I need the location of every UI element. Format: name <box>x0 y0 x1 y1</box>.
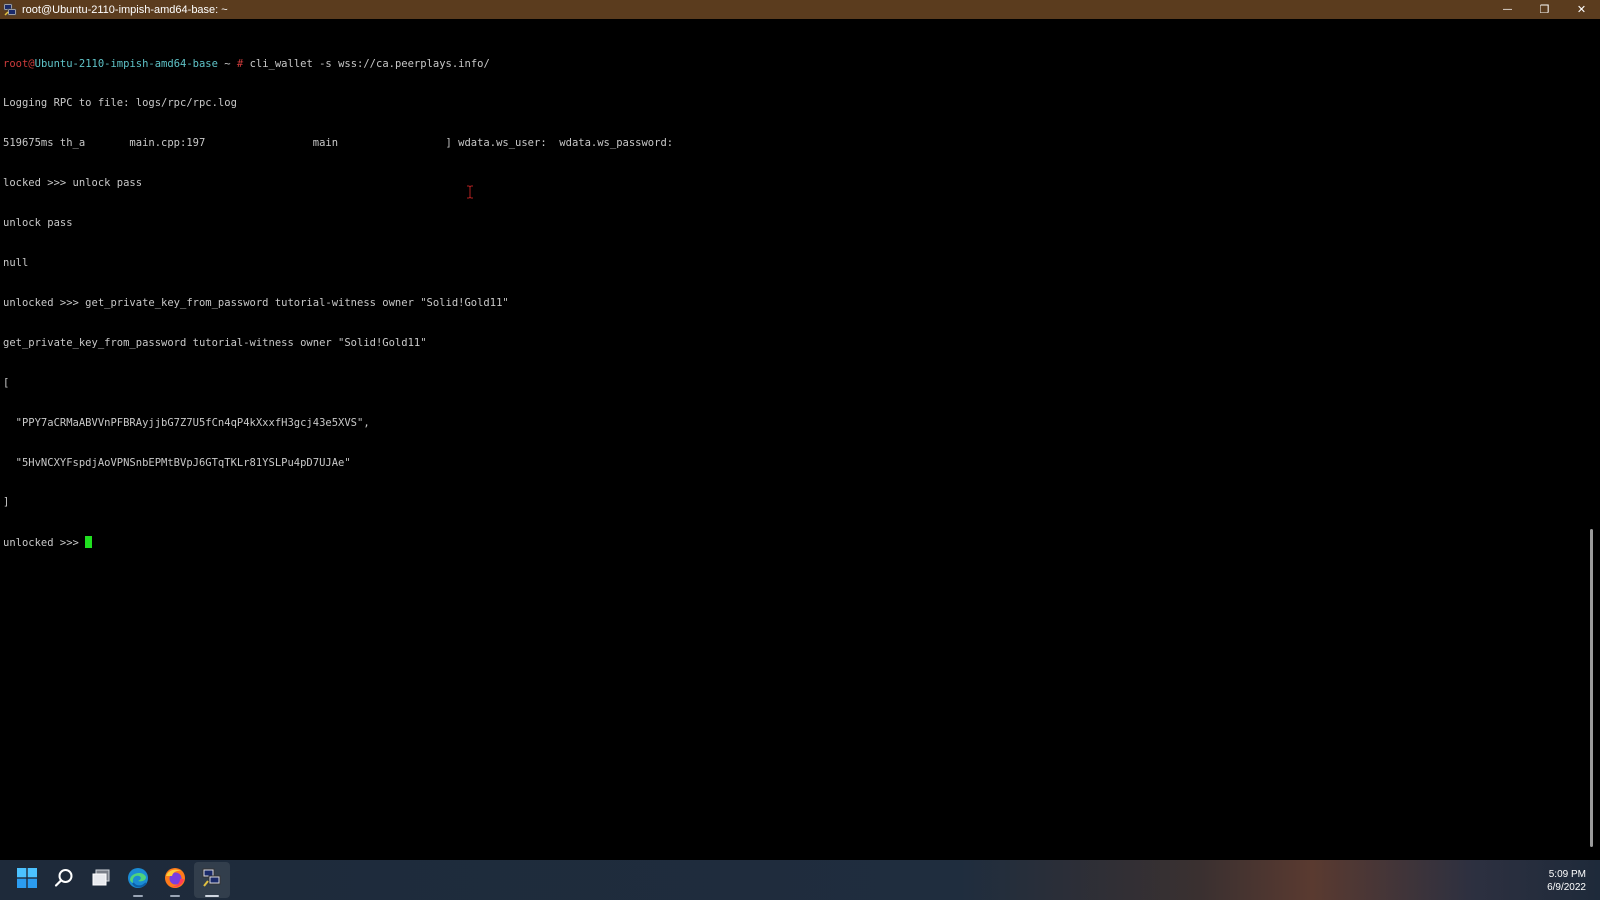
close-icon: ✕ <box>1576 3 1587 16</box>
terminal-line: null <box>3 257 29 270</box>
search-button[interactable] <box>46 862 82 898</box>
taskbar <box>0 860 1600 900</box>
close-button[interactable]: ✕ <box>1563 0 1600 19</box>
terminal-line: locked >>> unlock pass <box>3 177 143 190</box>
start-button[interactable] <box>9 862 45 898</box>
current-prompt: unlocked >>> <box>3 537 86 550</box>
firefox-button[interactable] <box>157 862 193 898</box>
scrollbar-thumb[interactable] <box>1590 529 1593 847</box>
putty-icon[interactable] <box>3 3 17 17</box>
minimize-button[interactable]: — <box>1489 0 1526 19</box>
terminal-line: Logging RPC to file: logs/rpc/rpc.log <box>3 97 237 110</box>
terminal-window[interactable]: root@Ubuntu-2110-impish-amd64-base: ~ — … <box>0 0 1600 860</box>
terminal-line: "5HvNCXYFspdjAoVPNSnbEPMtBVpJ6GTqTKLr81Y… <box>3 456 351 469</box>
window-title: root@Ubuntu-2110-impish-amd64-base: ~ <box>22 3 228 16</box>
search-icon <box>54 868 74 892</box>
title-bar[interactable]: root@Ubuntu-2110-impish-amd64-base: ~ — … <box>0 0 1600 19</box>
task-view-icon <box>91 868 111 892</box>
text-cursor <box>85 536 93 549</box>
edge-icon <box>127 867 149 893</box>
terminal-line: ] <box>3 496 10 509</box>
putty-taskbar-button[interactable] <box>194 862 230 898</box>
terminal-line: unlocked >>> get_private_key_from_passwo… <box>3 296 509 309</box>
current-prompt-line[interactable]: unlocked >>> <box>3 536 1585 549</box>
edge-running-indicator <box>133 895 143 897</box>
clock-time: 5:09 PM <box>1548 869 1586 880</box>
task-view-button[interactable] <box>83 862 119 898</box>
terminal-output[interactable]: root@Ubuntu-2110-impish-amd64-base ~ # c… <box>0 19 1585 860</box>
ibeam-cursor-icon <box>466 184 474 199</box>
firefox-running-indicator <box>170 895 180 897</box>
scrollbar[interactable] <box>1585 19 1600 860</box>
terminal-line: 519675ms th_a main.cpp:197 main ] wdata.… <box>3 137 674 150</box>
terminal-line: unlock pass <box>3 217 73 230</box>
clock-date: 6/9/2022 <box>1547 882 1586 893</box>
restore-icon: ❐ <box>1539 3 1550 16</box>
prompt-host: Ubuntu-2110-impish-amd64-base <box>34 57 218 70</box>
prompt-line: root@Ubuntu-2110-impish-amd64-base ~ # c… <box>3 58 1585 71</box>
prompt-path: ~ <box>217 57 237 70</box>
prompt-user: root <box>3 57 29 70</box>
firefox-icon <box>164 867 186 893</box>
system-clock[interactable]: 5:09 PM 6/9/2022 <box>1547 868 1586 894</box>
terminal-line: get_private_key_from_password tutorial-w… <box>3 336 427 349</box>
window-controls: — ❐ ✕ <box>1489 0 1600 19</box>
edge-button[interactable] <box>120 862 156 898</box>
restore-button[interactable]: ❐ <box>1526 0 1563 19</box>
minimize-icon: — <box>1502 4 1513 15</box>
putty-active-indicator <box>205 895 219 897</box>
terminal-line: [ <box>3 376 10 389</box>
start-icon <box>17 868 37 892</box>
prompt-command: cli_wallet -s wss://ca.peerplays.info/ <box>243 57 490 70</box>
putty-icon <box>202 868 222 892</box>
terminal-line: "PPY7aCRMaABVVnPFBRAyjjbG7Z7U5fCn4qP4kXx… <box>3 416 370 429</box>
